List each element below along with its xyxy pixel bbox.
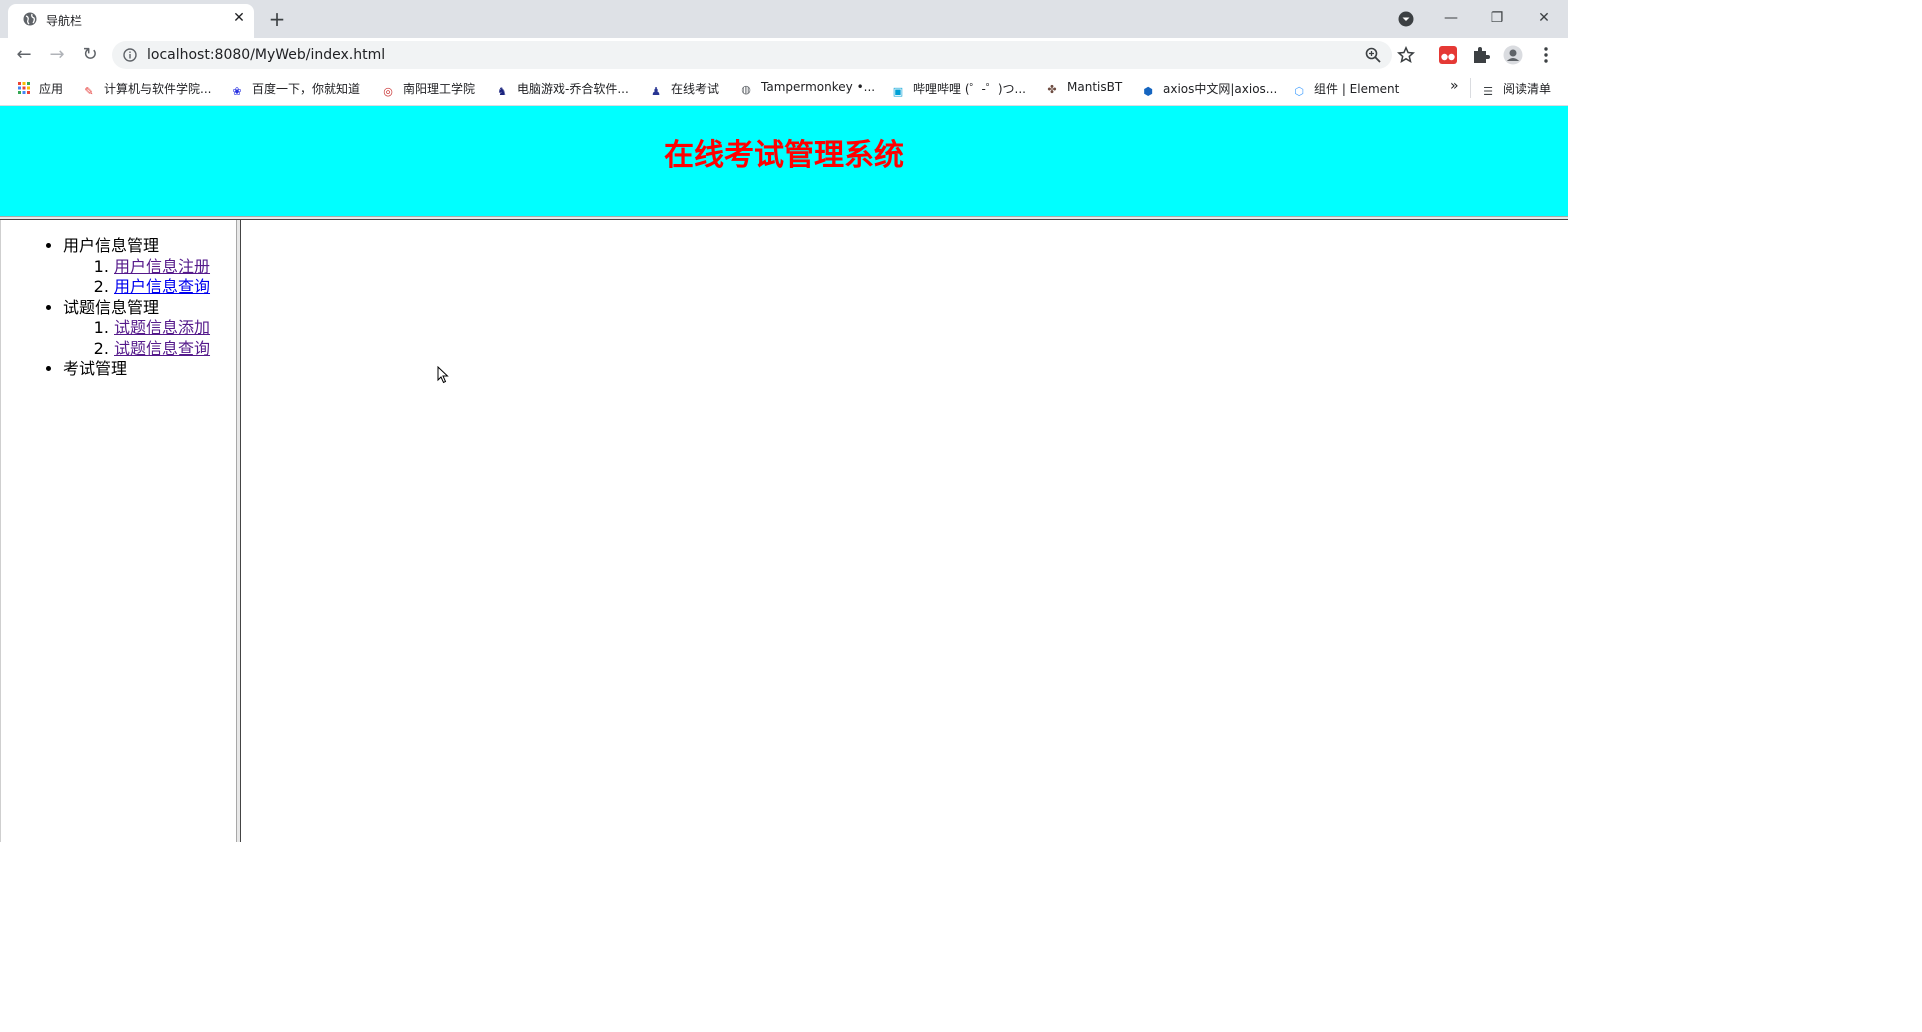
address-bar[interactable]: localhost:8080/MyWeb/index.html	[112, 41, 1392, 69]
bookmark-baidu[interactable]: ❀ 百度一下，你就知道	[230, 80, 360, 98]
zoom-icon[interactable]	[1364, 46, 1382, 64]
bookmark-tampermonkey[interactable]: ◍ Tampermonkey •...	[739, 80, 875, 98]
link-user-register[interactable]: 用户信息注册	[114, 257, 210, 276]
bookmark-mantisbt[interactable]: ✤ MantisBT	[1045, 80, 1122, 98]
apps-grid-icon	[18, 82, 30, 94]
menu-group-label: 试题信息管理	[63, 297, 160, 317]
reading-list-button[interactable]: ☰ 阅读清单	[1481, 80, 1551, 98]
bookmark-apps[interactable]: 应用	[17, 80, 63, 98]
nav-menu-list: 用户信息管理 用户信息注册 用户信息查询 试题信息管理 试题信息添加 试题信息查…	[23, 236, 263, 380]
tab-strip: 导航栏 ✕ + — ❐ ✕	[0, 0, 1568, 38]
element-icon: ⬡	[1294, 85, 1304, 98]
bookmark-cs-college[interactable]: ✎ 计算机与软件学院...	[82, 80, 211, 98]
bookmarks-separator	[1470, 78, 1471, 98]
close-window-icon[interactable]: ✕	[1529, 6, 1559, 30]
page-header-frame: 在线考试管理系统	[0, 106, 1568, 216]
left-nav-frame: 用户信息管理 用户信息注册 用户信息查询 试题信息管理 试题信息添加 试题信息查…	[0, 220, 236, 842]
bookmark-bilibili[interactable]: ▣ 哔哩哔哩 (゜-゜)つ...	[891, 80, 1026, 98]
menu-group-question-info: 试题信息管理 试题信息添加 试题信息查询	[63, 298, 263, 360]
forward-icon[interactable]: →	[44, 42, 70, 68]
menu-sublist: 用户信息注册 用户信息查询	[63, 257, 263, 298]
menu-sublist: 试题信息添加 试题信息查询	[63, 318, 263, 359]
tampermonkey-extension-icon[interactable]	[1438, 45, 1458, 65]
menu-group-label: 用户信息管理	[63, 236, 160, 255]
pen-icon: ✎	[84, 85, 94, 98]
new-tab-button[interactable]: +	[264, 7, 290, 33]
reload-icon[interactable]: ↻	[77, 42, 103, 68]
menu-kebab-icon[interactable]	[1536, 45, 1556, 65]
tab-title: 导航栏	[46, 14, 83, 28]
bookmarks-overflow-button[interactable]: »	[1450, 78, 1459, 96]
mantis-icon: ✤	[1047, 83, 1057, 96]
bookmark-nyist[interactable]: ◎ 南阳理工学院	[381, 80, 475, 98]
link-question-add[interactable]: 试题信息添加	[114, 318, 210, 337]
globe-icon	[23, 12, 37, 26]
minimize-icon[interactable]: —	[1436, 6, 1466, 30]
bilibili-tv-icon: ▣	[892, 85, 904, 98]
menu-group-label: 考试管理	[63, 359, 128, 378]
bookmark-axios[interactable]: ⬢ axios中文网|axios...	[1141, 80, 1277, 98]
site-info-icon[interactable]	[123, 48, 137, 62]
bookmarks-bar: 应用 ✎ 计算机与软件学院... ❀ 百度一下，你就知道 ◎ 南阳理工学院 ♞ 电脑游戏…	[0, 72, 1568, 106]
profile-avatar-icon[interactable]	[1503, 45, 1523, 65]
reading-list-icon: ☰	[1483, 85, 1493, 98]
extensions-puzzle-icon[interactable]	[1471, 45, 1491, 65]
bookmark-star-icon[interactable]	[1397, 46, 1415, 64]
link-question-query[interactable]: 试题信息查询	[114, 339, 210, 358]
game-icon: ♞	[497, 85, 507, 98]
bookmark-pc-games[interactable]: ♞ 电脑游戏-乔合软件...	[495, 80, 629, 98]
menu-group-exam: 考试管理	[63, 359, 263, 380]
browser-toolbar: ← → ↻ localhost:8080/MyWeb/index.html	[0, 38, 1568, 72]
page-title: 在线考试管理系统	[664, 138, 904, 173]
exam-icon: ♟	[651, 85, 661, 98]
menu-group-user-info: 用户信息管理 用户信息注册 用户信息查询	[63, 236, 263, 298]
globe-icon: ◍	[741, 83, 751, 96]
tab-search-icon[interactable]	[1398, 11, 1414, 27]
active-tab[interactable]: 导航栏 ✕	[8, 4, 254, 38]
close-tab-icon[interactable]: ✕	[230, 9, 248, 27]
school-seal-icon: ◎	[383, 85, 393, 98]
url-text[interactable]: localhost:8080/MyWeb/index.html	[147, 47, 385, 63]
bookmark-online-exam[interactable]: ♟ 在线考试	[649, 80, 719, 98]
back-icon[interactable]: ←	[11, 42, 37, 68]
link-user-query[interactable]: 用户信息查询	[114, 277, 210, 296]
baidu-paw-icon: ❀	[232, 85, 242, 98]
hex-h-icon: ⬢	[1143, 85, 1153, 98]
bookmark-element[interactable]: ⬡ 组件 | Element	[1292, 80, 1399, 98]
restore-icon[interactable]: ❐	[1482, 6, 1512, 30]
main-content-frame	[241, 220, 1568, 842]
mouse-cursor-icon	[437, 366, 449, 384]
